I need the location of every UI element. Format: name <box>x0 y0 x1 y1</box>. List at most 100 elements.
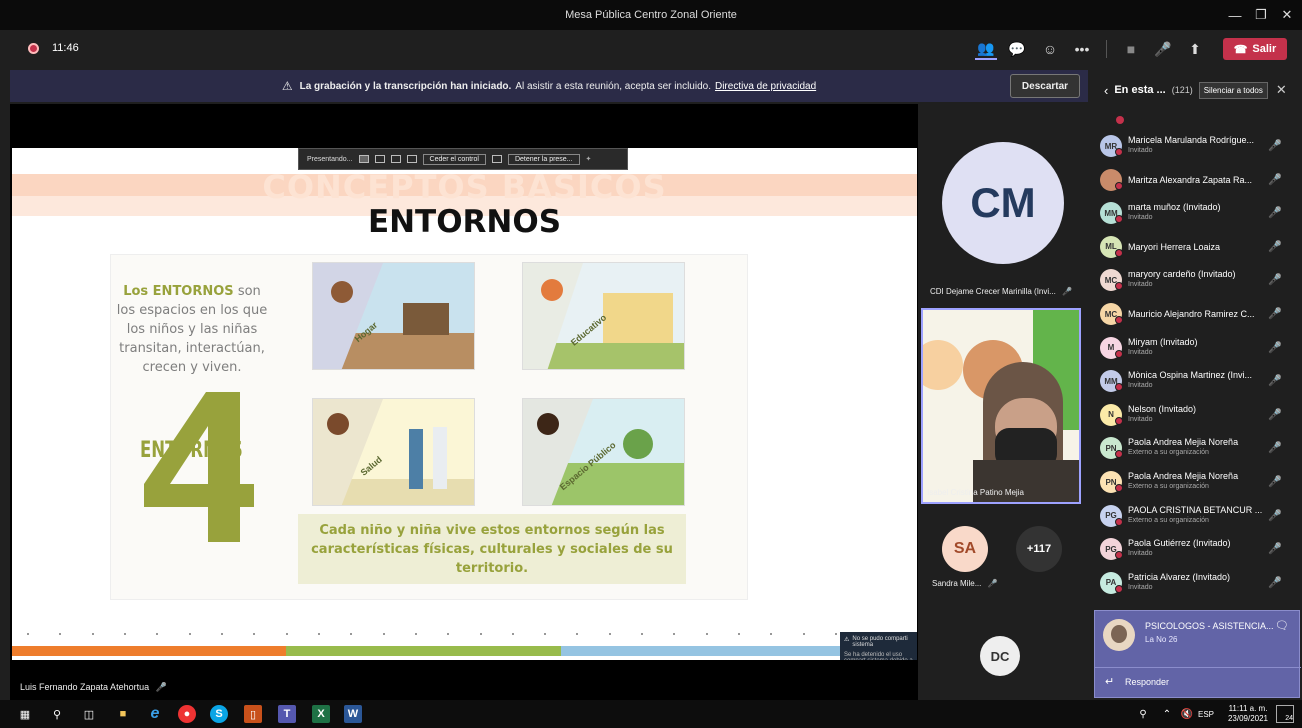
participant-row[interactable]: PG PAOLA CRISTINA BETANCUR ... Externo a s… <box>1100 502 1295 532</box>
mic-off-icon[interactable]: 🎤 <box>1268 240 1282 253</box>
close-icon[interactable]: ✕ <box>1276 82 1287 98</box>
mic-off-icon[interactable]: 🎤 <box>1268 341 1282 354</box>
camera-off-icon[interactable]: ■ <box>1120 38 1142 60</box>
chat-icon[interactable]: 💬 <box>1006 38 1028 60</box>
mic-off-icon[interactable]: 🎤 <box>1268 374 1282 387</box>
chevron-up-icon[interactable]: ⌃ <box>1158 705 1176 723</box>
participant-name: PAOLA CRISTINA BETANCUR ... <box>1128 504 1263 515</box>
share-content-icon[interactable]: ⬆ <box>1184 38 1206 60</box>
error-body: Se ha detenido el uso compart sistema de… <box>844 652 913 660</box>
reactions-icon[interactable]: ☺ <box>1039 38 1061 60</box>
people-icon[interactable]: ⚲ <box>1134 705 1152 723</box>
notifications-icon[interactable]: 24 <box>1276 705 1294 723</box>
participant-row[interactable]: PN Paola Andrea Mejia Noreña Externo a su … <box>1100 434 1295 464</box>
chrome-icon[interactable]: ● <box>178 705 196 723</box>
presenter-name-tag: Luis Fernando Zapata Atehortua 🎤 <box>20 682 167 693</box>
edge-icon[interactable]: e <box>146 705 164 723</box>
mic-off-icon[interactable]: 🎤 <box>1268 307 1282 320</box>
participant-name: maryory cardeño (Invitado) <box>1128 269 1236 280</box>
participants-icon[interactable]: 👥 <box>975 38 997 60</box>
share-error-toast[interactable]: ⚠ No se pudo comparti sistema Se ha dete… <box>840 632 917 660</box>
env-image-hogar: Hogar <box>312 262 475 370</box>
skype-icon[interactable]: S <box>210 705 228 723</box>
leave-button[interactable]: ☎ Salir <box>1223 38 1287 60</box>
mute-all-button[interactable]: Silenciar a todos <box>1198 81 1268 99</box>
windows-start-icon[interactable]: ▦ <box>16 705 34 723</box>
mic-off-icon[interactable]: 🎤 <box>1268 206 1282 219</box>
privacy-link[interactable]: Directiva de privacidad <box>715 81 816 92</box>
windows-taskbar: ▦ ⚲ ◫ ■ e ● S ▯ T X W ⚲ ⌃ 🔇 ESP 11:11 a.… <box>0 700 1302 728</box>
participant-row[interactable]: MM Mònica Ospina Martinez (Invi... Invitad… <box>1100 367 1295 397</box>
mic-off-icon[interactable]: 🎤 <box>1268 576 1282 589</box>
avatar-cm[interactable]: CM <box>942 142 1064 264</box>
mic-off-icon: 🎤 <box>987 579 998 588</box>
give-control-button[interactable]: Ceder el control <box>422 153 486 165</box>
reply-button[interactable]: Responder <box>1125 677 1169 687</box>
big-number-four <box>144 392 254 542</box>
window-icon[interactable] <box>406 155 417 163</box>
participant-row[interactable]: MC maryory cardeño (Invitado) Invitado 🎤 <box>1100 266 1295 296</box>
participant-video-tile[interactable]: Isabel Cristina Patino Mejia <box>921 308 1081 504</box>
mic-off-icon: 🎤 <box>1062 287 1073 296</box>
volume-muted-icon[interactable]: 🔇 <box>1178 705 1196 723</box>
word-icon[interactable]: W <box>344 705 362 723</box>
presenter-name: Luis Fernando Zapata Atehortua <box>20 682 150 692</box>
mic-off-icon[interactable]: 🎤 <box>1268 273 1282 286</box>
outlook-icon[interactable]: ▯ <box>244 705 262 723</box>
mic-off-icon[interactable]: 🎤 <box>1152 38 1174 60</box>
search-icon[interactable]: ⚲ <box>48 705 66 723</box>
window-icon[interactable] <box>390 155 401 163</box>
window-icon[interactable] <box>358 155 369 163</box>
mic-off-icon[interactable]: 🎤 <box>1268 542 1282 555</box>
panel-title: En esta ... <box>1114 84 1166 96</box>
participant-role: Invitado <box>1128 415 1153 423</box>
chat-bubble-icon[interactable]: 🗨 <box>1275 619 1289 632</box>
divider <box>1106 40 1107 58</box>
participant-count: (121) <box>1171 85 1193 95</box>
slide-dots <box>12 629 917 639</box>
participant-row[interactable]: MR Maricela Marulanda Rodrígue... Invitado… <box>1100 132 1295 162</box>
window-icon[interactable] <box>374 155 385 163</box>
mic-off-icon[interactable]: 🎤 <box>1268 408 1282 421</box>
mic-off-icon[interactable]: 🎤 <box>1268 475 1282 488</box>
participant-row[interactable]: N Nelson (Invitado) Invitado 🎤 <box>1100 401 1295 431</box>
language-indicator[interactable]: ESP <box>1198 710 1214 719</box>
status-dot <box>1115 181 1123 190</box>
tile-name-cm: CDI Dejame Crecer Marinilla (Invi... 🎤 <box>930 287 1072 296</box>
status-dot <box>1115 551 1123 560</box>
participant-row[interactable]: PA Patricia Alvarez (Invitado) Invitado 🎤 <box>1100 569 1295 599</box>
avatar-dc[interactable]: DC <box>980 636 1020 676</box>
screen-icon[interactable] <box>491 155 502 163</box>
participant-name: Paola Andrea Mejia Noreña <box>1128 471 1239 481</box>
task-view-icon[interactable]: ◫ <box>80 705 98 723</box>
participant-row[interactable]: MC Mauricio Alejandro Ramirez C... 🎤 <box>1100 300 1295 330</box>
participant-role: Invitado <box>1128 281 1153 289</box>
participant-row[interactable]: PG Paola Gutiérrez (Invitado) Invitado 🎤 <box>1100 535 1295 565</box>
chat-text: La No 26 <box>1145 635 1178 644</box>
stop-presenting-button[interactable]: Detener la prese... <box>507 153 580 165</box>
participant-row[interactable]: PN Paola Andrea Mejia Noreña Externo a su … <box>1100 468 1295 498</box>
participant-row[interactable]: ML Maryori Herrera Loaiza 🎤 <box>1100 233 1295 263</box>
mic-off-icon[interactable]: 🎤 <box>1268 139 1282 152</box>
excel-icon[interactable]: X <box>312 705 330 723</box>
mic-off-icon[interactable]: 🎤 <box>1268 441 1282 454</box>
chat-notification[interactable]: PSICOLOGOS - ASISTENCIA... 🗨 La No 26 ↵ … <box>1094 610 1301 698</box>
clock[interactable]: 11:11 a. m. 23/09/2021 <box>1222 704 1274 724</box>
mic-off-icon[interactable]: 🎤 <box>1268 509 1282 522</box>
file-explorer-icon[interactable]: ■ <box>114 705 132 723</box>
pin-icon[interactable]: ✦ <box>586 155 592 163</box>
participant-row[interactable]: MM marta muñoz (Invitado) Invitado 🎤 <box>1100 199 1295 229</box>
meeting-toolbar: 11:46 👥 💬 ☺ ••• ■ 🎤 ⬆ ☎ Salir <box>0 30 1302 68</box>
close-icon[interactable]: ✕ <box>1272 0 1302 30</box>
dismiss-button[interactable]: Descartar <box>1010 74 1080 98</box>
back-chevron-icon[interactable]: ‹ <box>1104 83 1108 98</box>
more-participants-button[interactable]: +117 <box>1016 526 1062 572</box>
participant-row[interactable]: M Miryam (Invitado) Invitado 🎤 <box>1100 334 1295 364</box>
banner-bold: La grabación y la transcripción han inic… <box>299 80 512 92</box>
teams-icon[interactable]: T <box>278 705 296 723</box>
avatar-sa[interactable]: SA <box>942 526 988 572</box>
more-options-icon[interactable]: ••• <box>1071 38 1093 60</box>
participant-row[interactable]: Maritza Alexandra Zapata Ra... 🎤 <box>1100 166 1295 196</box>
mic-off-icon[interactable]: 🎤 <box>1268 173 1282 186</box>
leave-label: Salir <box>1252 43 1277 55</box>
